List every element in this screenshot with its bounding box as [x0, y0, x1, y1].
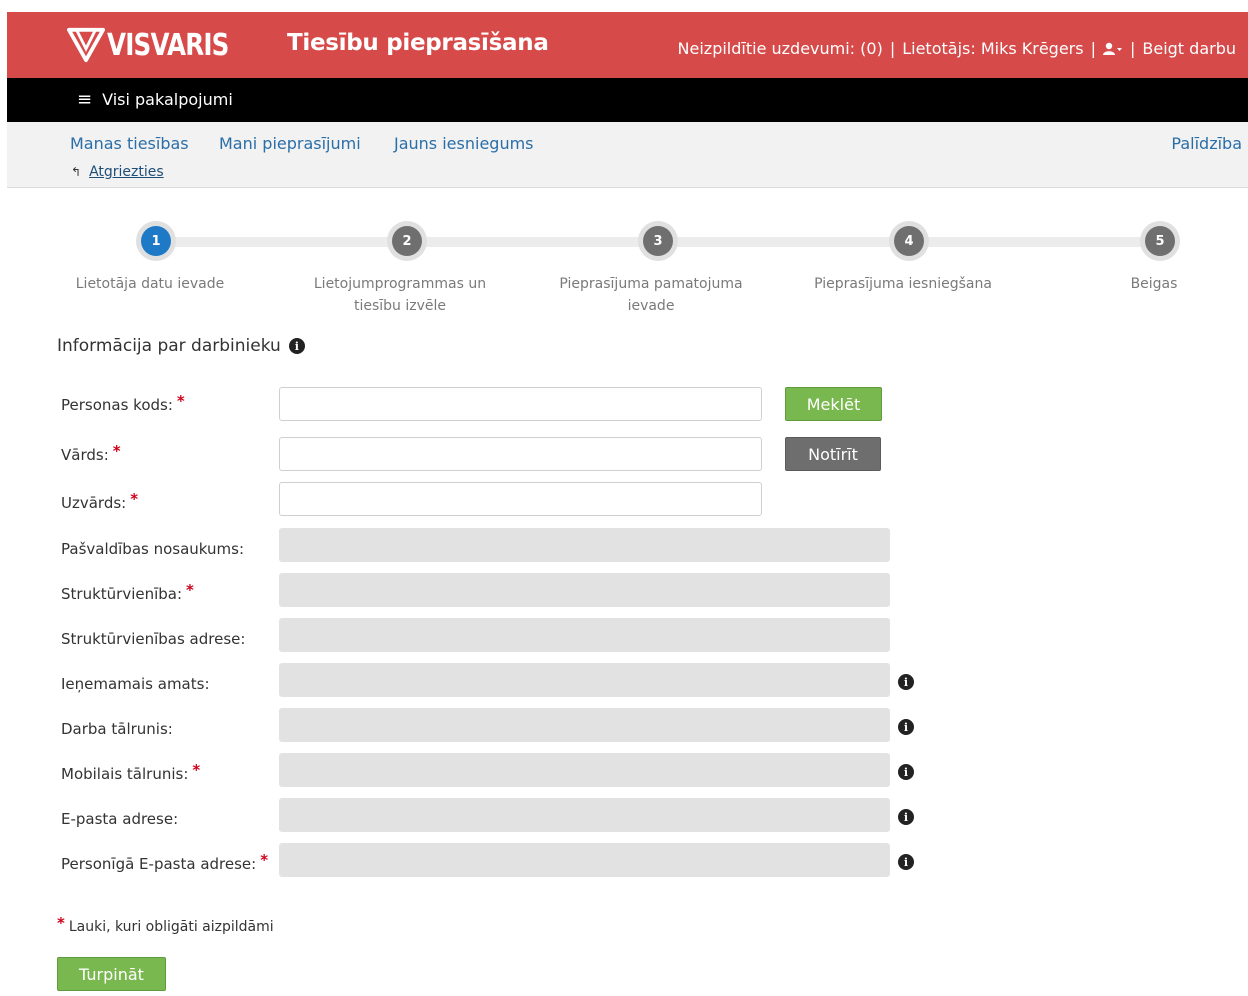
required-mark: *	[57, 914, 65, 932]
work-phone-label: Darba tālrunis:	[61, 720, 173, 738]
required-mark: *	[260, 851, 269, 869]
search-button[interactable]: Meklēt	[785, 387, 882, 421]
work-phone-field	[279, 708, 890, 742]
clear-button[interactable]: Notīrīt	[785, 437, 881, 471]
required-mark: *	[186, 581, 194, 599]
section-title: Informācija par darbinieku i	[57, 336, 305, 356]
department-address-label: Struktūrvienības adrese:	[61, 630, 245, 648]
all-services-label: Visi pakalpojumi	[102, 90, 233, 109]
back-arrow-icon: ↰	[71, 165, 82, 179]
first-name-input[interactable]	[279, 437, 762, 471]
back-label: Atgriezties	[89, 164, 164, 180]
last-name-label: Uzvārds: *	[61, 490, 138, 512]
step-number: 3	[643, 226, 673, 256]
services-bar: ≡ Visi pakalpojumi	[7, 78, 1248, 122]
step-label-5: Beigas	[1130, 276, 1178, 292]
logo-text: VISVARIS	[107, 27, 229, 63]
first-name-label: Vārds: *	[61, 442, 121, 464]
logo-v-icon	[67, 27, 105, 63]
app-title: Tiesību pieprasīšana	[287, 30, 549, 56]
required-footnote: * Lauki, kuri obligāti aizpildāmi	[57, 914, 274, 935]
separator: |	[889, 39, 896, 58]
email-label: E-pasta adrese:	[61, 810, 178, 828]
email-field	[279, 798, 890, 832]
personal-code-label: Personas kods: *	[61, 392, 185, 414]
department-label: Struktūrvienība: *	[61, 581, 194, 603]
separator: |	[1090, 39, 1096, 58]
nav-my-rights[interactable]: Manas tiesības	[70, 134, 189, 153]
nav-new-application[interactable]: Jauns iesniegums	[394, 134, 534, 153]
mobile-phone-field	[279, 753, 890, 787]
required-mark: *	[112, 442, 121, 460]
step-label-3: Pieprasījuma pamatojuma ievade	[559, 276, 743, 314]
separator: |	[1129, 39, 1136, 58]
step-number: 1	[141, 226, 171, 256]
department-address-field	[279, 618, 890, 652]
logout-link[interactable]: Beigt darbu	[1142, 39, 1236, 58]
step-5: 5	[1140, 221, 1180, 261]
hamburger-icon: ≡	[77, 88, 93, 110]
last-name-label-text: Uzvārds:	[61, 494, 127, 512]
personal-email-label-text: Personīgā E-pasta adrese:	[61, 855, 257, 873]
visvaris-logo[interactable]: VISVARIS	[67, 24, 255, 66]
step-number: 2	[392, 226, 422, 256]
personal-code-label-text: Personas kods:	[61, 396, 173, 414]
position-field	[279, 663, 890, 697]
step-label-4: Pieprasījuma iesniegšana	[814, 276, 992, 292]
user-menu-icon[interactable]	[1102, 42, 1123, 56]
department-label-text: Struktūrvienība:	[61, 585, 183, 603]
step-label-1: Lietotāja datu ievade	[75, 276, 225, 292]
mobile-phone-info-icon[interactable]: i	[898, 764, 914, 780]
section-title-text: Informācija par darbinieku	[57, 336, 281, 356]
personal-code-input[interactable]	[279, 387, 762, 421]
position-label: Ieņemamais amats:	[61, 675, 210, 693]
department-field	[279, 573, 890, 607]
email-label-text: E-pasta adrese:	[61, 810, 179, 828]
mobile-phone-label-text: Mobilais tālrunis:	[61, 765, 189, 783]
header-user-area: Neizpildītie uzdevumi: (0) | Lietotājs: …	[678, 39, 1236, 58]
mobile-phone-label: Mobilais tālrunis: *	[61, 761, 200, 783]
department-address-label-text: Struktūrvienības adrese:	[61, 630, 246, 648]
required-mark: *	[192, 761, 201, 779]
municipality-label: Pašvaldības nosaukums:	[61, 540, 244, 558]
position-info-icon[interactable]: i	[898, 674, 914, 690]
personal-email-label: Personīgā E-pasta adrese: *	[61, 851, 268, 873]
first-name-label-text: Vārds:	[61, 446, 109, 464]
work-phone-label-text: Darba tālrunis:	[61, 720, 173, 738]
work-phone-info-icon[interactable]: i	[898, 719, 914, 735]
step-number: 5	[1145, 226, 1175, 256]
email-info-icon[interactable]: i	[898, 809, 914, 825]
step-1: 1	[136, 221, 176, 261]
nav-help[interactable]: Palīdzība	[1171, 134, 1242, 153]
step-3: 3	[638, 221, 678, 261]
nav-my-requests[interactable]: Mani pieprasījumi	[219, 134, 361, 153]
personal-email-info-icon[interactable]: i	[898, 854, 914, 870]
info-icon[interactable]: i	[288, 338, 305, 354]
required-mark: *	[176, 392, 185, 410]
continue-button[interactable]: Turpināt	[57, 957, 166, 991]
step-number: 4	[894, 226, 924, 256]
municipality-label-text: Pašvaldības nosaukums:	[61, 540, 245, 558]
current-user: Lietotājs: Miks Krēgers	[902, 39, 1084, 58]
footnote-text: Lauki, kuri obligāti aizpildāmi	[68, 919, 274, 935]
required-mark: *	[130, 490, 139, 508]
sub-navigation: Manas tiesības Mani pieprasījumi Jauns i…	[7, 122, 1248, 188]
personal-email-field	[279, 843, 890, 877]
last-name-input[interactable]	[279, 482, 762, 516]
municipality-field	[279, 528, 890, 562]
step-4: 4	[889, 221, 929, 261]
step-label-2: Lietojumprogrammas un tiesību izvēle	[313, 276, 487, 314]
position-label-text: Ieņemamais amats:	[61, 675, 210, 693]
top-header: VISVARIS Tiesību pieprasīšana Neizpildīt…	[7, 12, 1248, 78]
step-2: 2	[387, 221, 427, 261]
all-services-menu[interactable]: ≡ Visi pakalpojumi	[77, 90, 233, 109]
pending-tasks-link[interactable]: Neizpildītie uzdevumi: (0)	[678, 39, 883, 58]
back-link[interactable]: ↰ Atgriezties	[71, 164, 164, 180]
